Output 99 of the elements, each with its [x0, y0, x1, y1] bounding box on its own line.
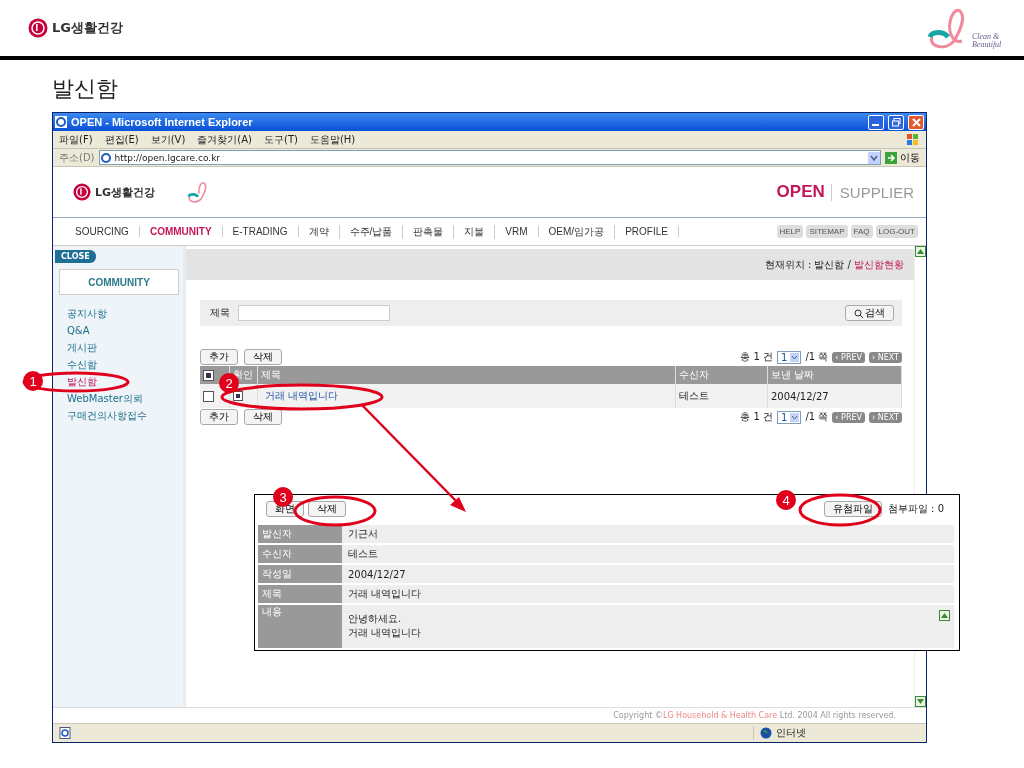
next-button[interactable]: › NEXT: [869, 351, 902, 363]
address-label: 주소(D): [59, 150, 95, 165]
windows-flag-icon: [906, 132, 920, 147]
zone-label: 인터넷: [776, 726, 806, 740]
brand-subtitle: SUPPLIER: [830, 183, 914, 201]
nav-tab[interactable]: 판촉물: [403, 224, 455, 239]
menu-item[interactable]: 보기(V): [150, 132, 186, 147]
attachment-count: 첨부파일 : 0: [887, 502, 945, 516]
prev-button[interactable]: ‹ PREV: [832, 351, 865, 363]
message-line: 거래 내역입니다: [348, 626, 423, 640]
lg-logo-icon: [28, 18, 48, 38]
utility-link[interactable]: HELP: [776, 225, 804, 238]
list-button[interactable]: 삭제: [244, 349, 282, 365]
search-button[interactable]: 검색: [845, 305, 894, 321]
table-cell: 2004/12/27: [768, 384, 902, 408]
company-logo-text: LG생활건강: [52, 19, 123, 37]
nav-tab[interactable]: E-TRADING: [222, 226, 299, 237]
total-count: 총 1 건: [740, 350, 774, 364]
close-button[interactable]: [908, 114, 924, 130]
close-sidebar-button[interactable]: CLOSE: [55, 250, 96, 263]
select-all-checkbox[interactable]: [203, 369, 214, 381]
list-button[interactable]: 삭제: [244, 409, 282, 425]
field-value: 2004/12/27: [342, 565, 954, 583]
scroll-up-arrow-icon[interactable]: [915, 246, 926, 257]
tagline: Clean & Beautiful: [972, 33, 1003, 49]
utility-link[interactable]: FAQ: [850, 225, 873, 238]
nav-tab[interactable]: 지불: [454, 224, 496, 239]
restore-icon: [891, 117, 901, 127]
page-icon: [59, 727, 71, 739]
field-label: 제목: [258, 585, 342, 603]
next-button[interactable]: › NEXT: [869, 411, 902, 423]
nav-tab[interactable]: VRM: [495, 226, 539, 237]
page-select[interactable]: 1: [777, 350, 802, 364]
restore-button[interactable]: [888, 114, 904, 130]
scroll-down-arrow-icon[interactable]: [915, 696, 926, 707]
brand-name: OPEN: [776, 182, 825, 202]
menu-item[interactable]: 도움말(H): [309, 132, 356, 147]
menu-item[interactable]: 편집(E): [104, 132, 139, 147]
dropdown-arrow-icon[interactable]: [868, 151, 880, 164]
field-value: 기근서: [342, 525, 954, 543]
sidebar-item[interactable]: WebMaster의뢰: [59, 391, 147, 406]
sidebar-item[interactable]: 발신함: [59, 374, 147, 389]
nav-tab[interactable]: SOURCING: [65, 226, 140, 237]
field-label: 내용: [258, 605, 342, 648]
row-checkbox[interactable]: [203, 390, 214, 402]
dropdown-arrow-icon: [790, 412, 800, 422]
page-count: /1 쪽: [805, 350, 829, 364]
address-field[interactable]: http://open.lgcare.co.kr: [98, 150, 881, 165]
page-select[interactable]: 1: [777, 410, 802, 424]
minimize-button[interactable]: [868, 114, 884, 130]
table-cell: 테스트: [676, 384, 768, 408]
breadcrumb-text: 현재위치 : 발신함 /: [764, 257, 851, 272]
utility-link[interactable]: SITEMAP: [806, 225, 848, 238]
step-badge: 1: [23, 371, 43, 391]
search-icon: [854, 308, 863, 318]
sidebar-item[interactable]: 게시판: [59, 340, 147, 355]
scroll-up-arrow-icon[interactable]: [939, 610, 950, 621]
arrow-right-icon: [885, 151, 897, 164]
total-count: 총 1 건: [740, 410, 774, 424]
globe-icon: [760, 727, 772, 739]
message-line: 안녕하세요.: [348, 612, 403, 626]
step-badge: 4: [776, 490, 796, 510]
nav-tab[interactable]: 수주/납품: [339, 224, 404, 239]
window-title: OPEN - Microsoft Internet Explorer: [71, 116, 253, 128]
go-button[interactable]: 이동: [885, 150, 920, 165]
breadcrumb-link[interactable]: 발신함현황: [854, 257, 904, 272]
nav-tab[interactable]: OEM/임가공: [538, 224, 616, 239]
field-value: 테스트: [342, 545, 954, 563]
lg-logo-icon: [73, 183, 91, 201]
menu-item[interactable]: 파일(F): [59, 132, 93, 147]
detail-button[interactable]: 삭제: [308, 501, 346, 517]
company-logo-text: LG생활건강: [95, 184, 156, 200]
list-button[interactable]: 추가: [200, 409, 238, 425]
field-label: 수신자: [258, 545, 342, 563]
utility-link[interactable]: LOG-OUT: [875, 225, 918, 238]
prev-button[interactable]: ‹ PREV: [832, 411, 865, 423]
sidebar-item[interactable]: Q&A: [59, 323, 147, 338]
sidebar-item[interactable]: 구매건의사항접수: [59, 408, 147, 423]
list-button[interactable]: 추가: [200, 349, 238, 365]
page-count: /1 쪽: [805, 410, 829, 424]
nav-tab[interactable]: COMMUNITY: [139, 226, 223, 237]
menu-item[interactable]: 도구(T): [264, 132, 298, 147]
message-title-link[interactable]: 거래 내역입니다: [261, 389, 339, 403]
field-value: 거래 내역입니다: [342, 585, 954, 603]
page-icon: [99, 151, 112, 164]
dropdown-arrow-icon: [790, 352, 800, 362]
attachment-button[interactable]: 유첨파일: [823, 501, 882, 517]
search-field[interactable]: [238, 305, 390, 321]
sidebar-title: COMMUNITY: [59, 269, 179, 295]
slide-title: 발신함: [51, 75, 119, 103]
sidebar-item[interactable]: 공지사항: [59, 306, 147, 321]
nav-tab[interactable]: PROFILE: [615, 226, 679, 237]
close-icon: [911, 117, 921, 127]
field-label: 발신자: [258, 525, 342, 543]
sidebar-item[interactable]: 수신함: [59, 357, 147, 372]
nav-tab[interactable]: 계약: [298, 224, 340, 239]
menu-item[interactable]: 즐겨찾기(A): [197, 132, 252, 147]
search-label: 제목: [210, 306, 230, 320]
field-label: 작성일: [258, 565, 342, 583]
